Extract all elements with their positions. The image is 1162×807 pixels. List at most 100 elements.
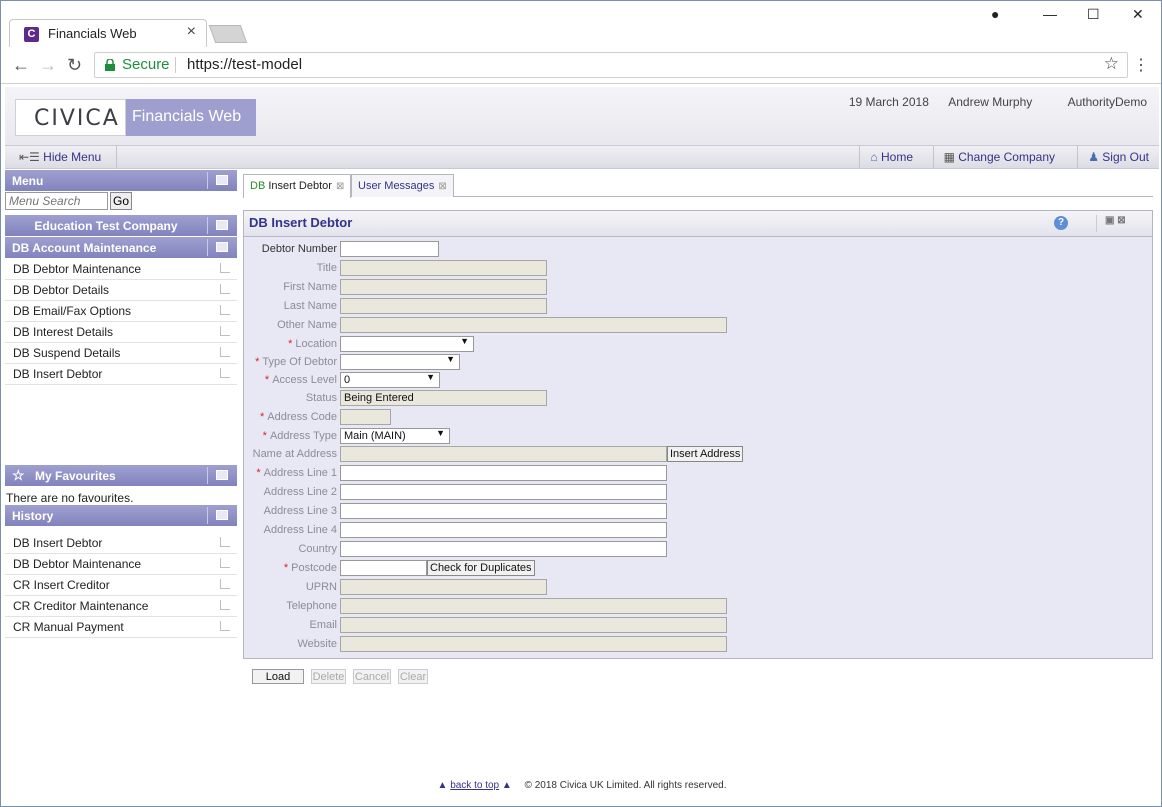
- header-date: 19 March 2018: [848, 95, 929, 109]
- open-external-icon[interactable]: [220, 558, 230, 568]
- history-item[interactable]: CR Insert Creditor: [5, 575, 237, 596]
- menu-item-debtor-maintenance[interactable]: DB Debtor Maintenance: [5, 259, 237, 280]
- address-line-4-input[interactable]: [340, 522, 667, 538]
- change-company-button[interactable]: ▦ Change Company: [932, 146, 1065, 168]
- tab-user-messages[interactable]: User Messages ⊠: [351, 174, 454, 197]
- sign-out-button[interactable]: ♟ Sign Out: [1077, 146, 1159, 168]
- menu-search-input[interactable]: [5, 192, 108, 210]
- select-value: Main (MAIN): [344, 430, 406, 442]
- folder-up-icon: [216, 242, 228, 252]
- row-status: Status Being Entered: [244, 390, 1154, 408]
- menu-item-email-fax-options[interactable]: DB Email/Fax Options: [5, 301, 237, 322]
- history-item[interactable]: DB Debtor Maintenance: [5, 554, 237, 575]
- close-tab-icon[interactable]: ×: [187, 23, 196, 41]
- home-button[interactable]: ⌂ Home: [859, 146, 923, 168]
- address-type-select[interactable]: Main (MAIN) ▼: [340, 428, 450, 444]
- left-panel: Menu Go Education Test Company DB Accoun…: [5, 170, 237, 654]
- new-tab-button[interactable]: [208, 25, 248, 43]
- location-select[interactable]: ▼: [340, 336, 474, 352]
- address-line-1-input[interactable]: [340, 465, 667, 481]
- history-item-label: DB Insert Debtor: [13, 536, 103, 550]
- debtor-number-input[interactable]: [340, 241, 439, 257]
- menu-item-label: DB Suspend Details: [13, 346, 121, 360]
- check-duplicates-button[interactable]: Check for Duplicates: [427, 560, 535, 576]
- bookmark-star-icon[interactable]: ☆: [1104, 54, 1119, 74]
- menu-item-suspend-details[interactable]: DB Suspend Details: [5, 343, 237, 364]
- section-header[interactable]: DB Account Maintenance: [5, 237, 237, 259]
- open-external-icon[interactable]: [220, 347, 230, 357]
- form-title: DB Insert Debtor: [249, 215, 353, 230]
- history-panel-toggle[interactable]: [207, 507, 233, 524]
- open-external-icon[interactable]: [220, 579, 230, 589]
- tab-insert-debtor[interactable]: DB Insert Debtor ⊠: [243, 174, 352, 198]
- minimize-icon[interactable]: —: [1043, 6, 1057, 22]
- user-icon: ♟: [1088, 150, 1103, 164]
- back-icon[interactable]: ←: [12, 55, 30, 76]
- menu-item-insert-debtor[interactable]: DB Insert Debtor: [5, 364, 237, 385]
- browser-menu-icon[interactable]: ⋮: [1133, 55, 1149, 75]
- field-label-address-type: * Address Type: [263, 430, 337, 442]
- field-label: Telephone: [286, 600, 337, 612]
- access-level-select[interactable]: 0 ▼: [340, 372, 440, 388]
- history-item[interactable]: CR Manual Payment: [5, 617, 237, 638]
- open-external-icon[interactable]: [220, 326, 230, 336]
- building-icon: ▦: [943, 150, 959, 164]
- menu-panel-toggle[interactable]: [207, 172, 233, 189]
- close-window-icon[interactable]: ✕: [1132, 6, 1144, 23]
- cancel-button[interactable]: Cancel: [353, 669, 391, 684]
- logo-text: CIVICA: [34, 106, 120, 131]
- back-to-top-link[interactable]: back to top: [450, 780, 499, 791]
- company-panel-toggle[interactable]: [207, 217, 233, 234]
- menu-search-go-button[interactable]: Go: [110, 192, 132, 210]
- open-external-icon[interactable]: [220, 284, 230, 294]
- close-tab-icon[interactable]: ⊠: [438, 181, 446, 192]
- browser-tab[interactable]: C Financials Web ×: [9, 19, 207, 47]
- address-line-2-input[interactable]: [340, 484, 667, 500]
- website-input: [340, 636, 727, 652]
- open-external-icon[interactable]: [220, 305, 230, 315]
- clear-button[interactable]: Clear: [398, 669, 428, 684]
- sign-out-label: Sign Out: [1102, 150, 1149, 164]
- app-menubar: ⇤☰ Hide Menu ⌂ Home ▦ Change Company ♟ S…: [5, 145, 1159, 169]
- popout-icon[interactable]: ▣: [1105, 215, 1114, 226]
- open-external-icon[interactable]: [220, 537, 230, 547]
- help-icon[interactable]: ?: [1054, 216, 1068, 230]
- postcode-input[interactable]: [340, 560, 427, 576]
- page-footer: ▲ back to top ▲ © 2018 Civica UK Limited…: [1, 780, 1162, 791]
- delete-button[interactable]: Delete: [311, 669, 346, 684]
- close-form-icon[interactable]: ⊠: [1117, 215, 1125, 226]
- history-title: History: [12, 509, 54, 523]
- field-label: Address Line 3: [263, 505, 337, 517]
- close-tab-icon[interactable]: ⊠: [336, 181, 344, 192]
- forward-icon[interactable]: →: [39, 55, 57, 76]
- reload-icon[interactable]: ↻: [67, 55, 82, 76]
- open-external-icon[interactable]: [220, 600, 230, 610]
- profile-icon[interactable]: ●: [991, 6, 999, 22]
- panel-icon: [216, 175, 228, 185]
- telephone-input: [340, 598, 727, 614]
- favourites-title: My Favourites: [35, 469, 116, 483]
- history-item[interactable]: CR Creditor Maintenance: [5, 596, 237, 617]
- menu-item-interest-details[interactable]: DB Interest Details: [5, 322, 237, 343]
- type-of-debtor-select[interactable]: ▼: [340, 354, 460, 370]
- row-address-line-2: Address Line 2: [244, 484, 1154, 502]
- section-up-button[interactable]: [207, 239, 233, 256]
- country-input[interactable]: [340, 541, 667, 557]
- address-bar[interactable]: Secure https://test-model ☆: [94, 52, 1128, 78]
- favourites-panel-toggle[interactable]: [207, 467, 233, 484]
- form-window-controls[interactable]: ▣ ⊠: [1096, 215, 1144, 232]
- open-external-icon[interactable]: [220, 621, 230, 631]
- row-telephone: Telephone: [244, 598, 1154, 616]
- maximize-icon[interactable]: ☐: [1087, 6, 1100, 23]
- history-item[interactable]: DB Insert Debtor: [5, 533, 237, 554]
- open-external-icon[interactable]: [220, 368, 230, 378]
- load-button[interactable]: Load: [252, 669, 304, 684]
- address-line-3-input[interactable]: [340, 503, 667, 519]
- menu-title: Menu: [12, 174, 44, 188]
- copyright: © 2018 Civica UK Limited. All rights res…: [524, 780, 727, 791]
- hide-menu-button[interactable]: ⇤☰ Hide Menu: [5, 146, 117, 168]
- insert-address-button[interactable]: Insert Address: [667, 446, 744, 462]
- menu-item-debtor-details[interactable]: DB Debtor Details: [5, 280, 237, 301]
- open-external-icon[interactable]: [220, 263, 230, 273]
- row-address-line-4: Address Line 4: [244, 522, 1154, 540]
